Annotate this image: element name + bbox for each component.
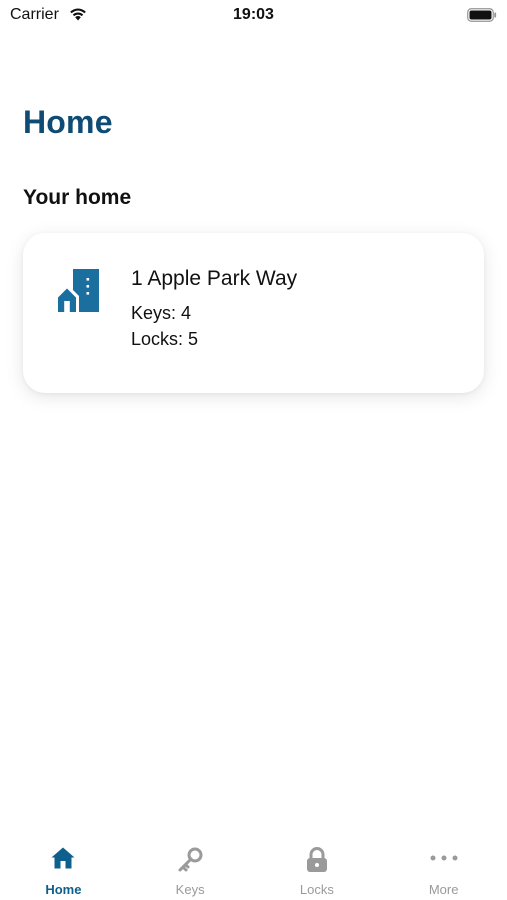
status-bar: Carrier 19:03 (0, 0, 507, 32)
page-title: Home (23, 104, 113, 140)
tab-keys-label: Keys (175, 882, 205, 897)
tab-more[interactable]: More (380, 832, 507, 900)
tab-more-label: More (428, 882, 459, 897)
battery-icon (467, 8, 497, 22)
tab-home[interactable]: Home (0, 832, 127, 900)
lock-icon (306, 847, 327, 872)
home-screen: Carrier 19:03 Home Your home 1 Apple Par… (0, 0, 507, 900)
section-title: Your home (23, 186, 132, 209)
key-icon (178, 847, 203, 872)
tab-locks[interactable]: Locks (254, 832, 381, 900)
home-icon (51, 847, 75, 869)
tab-locks-label: Locks (299, 882, 334, 897)
more-icon (430, 855, 458, 861)
home-card[interactable]: 1 Apple Park Way Keys: 4 Locks: 5 (23, 233, 484, 393)
building-icon (55, 269, 99, 312)
tab-home-label: Home (45, 882, 82, 897)
status-time: 19:03 (233, 6, 274, 23)
tab-keys[interactable]: Keys (127, 832, 254, 900)
home-address: 1 Apple Park Way (131, 267, 298, 290)
keys-count: Keys: 4 (131, 303, 192, 323)
locks-count: Locks: 5 (131, 329, 199, 349)
tab-bar: Home Keys Locks More (0, 832, 507, 900)
